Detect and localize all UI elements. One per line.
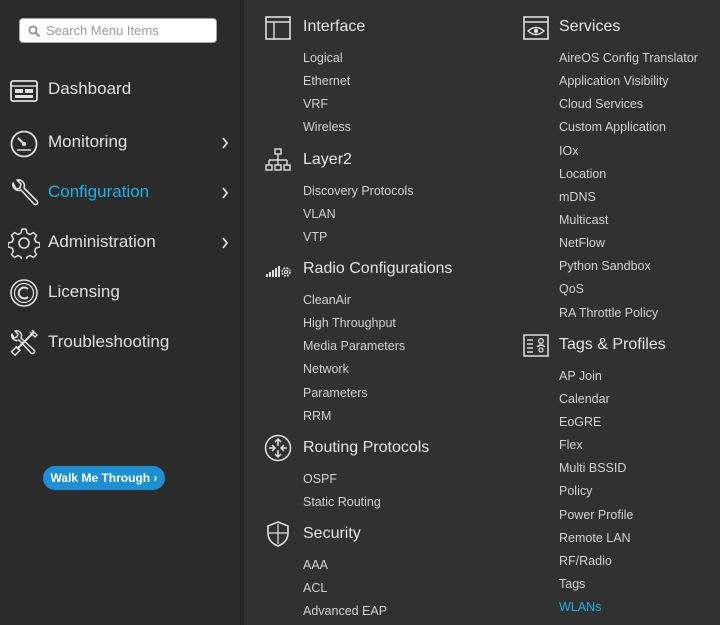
section-title-security[interactable]: Security [303,525,361,543]
menu-item-static-routing[interactable]: Static Routing [303,495,381,509]
menu-item-parameters[interactable]: Parameters [303,386,368,400]
menu-item-vrf[interactable]: VRF [303,97,328,111]
menu-item-netflow[interactable]: NetFlow [559,236,605,250]
search-input[interactable] [46,21,212,40]
chevron-right-icon [222,137,229,149]
menu-item-multicast[interactable]: Multicast [559,213,608,227]
sidebar: Dashboard Monitoring Configuration Admin… [0,0,240,625]
sidebar-item-label: Licensing [48,282,120,301]
menu-item-python-sandbox[interactable]: Python Sandbox [559,259,651,273]
sidebar-item-label: Troubleshooting [48,332,170,351]
radio-signal-gear-icon [264,256,292,284]
menu-item-iox[interactable]: IOx [559,144,578,158]
menu-item-ethernet[interactable]: Ethernet [303,74,350,88]
menu-item-multi-bssid[interactable]: Multi BSSID [559,461,626,475]
chevron-right-icon [222,237,229,249]
menu-item-vlan[interactable]: VLAN [303,207,336,221]
section-title-radio-configurations[interactable]: Radio Configurations [303,260,452,278]
menu-item-discovery-protocols[interactable]: Discovery Protocols [303,184,413,198]
chevron-right-icon [222,187,229,199]
sidebar-item-label: Configuration [48,182,150,201]
menu-item-ra-throttle-policy[interactable]: RA Throttle Policy [559,306,658,320]
section-title-interface[interactable]: Interface [303,18,365,36]
dashboard-icon [8,74,40,106]
menu-item-power-profile[interactable]: Power Profile [559,508,633,522]
sidebar-item-configuration[interactable]: Configuration [0,173,240,213]
search-icon [28,25,41,38]
routing-arrows-icon [264,434,292,462]
menu-item-custom-application[interactable]: Custom Application [559,120,666,134]
layer2-topology-icon [264,146,292,174]
walk-me-through-button[interactable]: Walk Me Through › [43,466,165,490]
sidebar-item-label: Monitoring [48,132,128,151]
menu-item-vtp[interactable]: VTP [303,230,327,244]
monitoring-gauge-icon [8,127,40,159]
menu-item-logical[interactable]: Logical [303,51,343,65]
menu-item-aireos-config-translator[interactable]: AireOS Config Translator [559,51,698,65]
menu-item-application-visibility[interactable]: Application Visibility [559,74,669,88]
sidebar-item-troubleshooting[interactable]: Troubleshooting [0,323,240,363]
troubleshooting-tools-icon [8,327,40,359]
menu-item-advanced-eap[interactable]: Advanced EAP [303,604,387,618]
search-box[interactable] [19,18,217,43]
interface-window-icon [264,14,292,42]
menu-item-qos[interactable]: QoS [559,282,584,296]
menu-item-rrm[interactable]: RRM [303,409,331,423]
menu-item-location[interactable]: Location [559,167,606,181]
menu-item-ap-join[interactable]: AP Join [559,369,602,383]
section-title-tags-profiles[interactable]: Tags & Profiles [559,336,666,354]
menu-item-acl[interactable]: ACL [303,581,327,595]
menu-item-flex[interactable]: Flex [559,438,583,452]
services-eye-icon [522,14,550,42]
section-title-routing-protocols[interactable]: Routing Protocols [303,439,429,457]
menu-item-aaa[interactable]: AAA [303,558,328,572]
security-shield-icon [264,520,292,548]
menu-item-cloud-services[interactable]: Cloud Services [559,97,643,111]
menu-item-high-throughput[interactable]: High Throughput [303,316,396,330]
sidebar-item-label: Dashboard [48,79,132,98]
tags-profiles-icon [522,332,550,360]
menu-item-mdns[interactable]: mDNS [559,190,596,204]
menu-item-wlans[interactable]: WLANs [559,600,601,614]
administration-gear-icon [7,227,41,262]
configuration-wrench-icon [8,177,40,209]
sidebar-item-label: Administration [48,232,156,251]
menu-item-media-parameters[interactable]: Media Parameters [303,339,405,353]
licensing-icon [8,277,40,309]
section-title-layer2[interactable]: Layer2 [303,151,352,169]
sidebar-item-licensing[interactable]: Licensing [0,273,240,313]
menu-item-eogre[interactable]: EoGRE [559,415,601,429]
menu-item-wireless[interactable]: Wireless [303,120,351,134]
menu-item-calendar[interactable]: Calendar [559,392,610,406]
sidebar-item-administration[interactable]: Administration [0,223,240,263]
menu-item-tags[interactable]: Tags [559,577,585,591]
sidebar-item-monitoring[interactable]: Monitoring [0,123,240,163]
menu-item-cleanair[interactable]: CleanAir [303,293,351,307]
menu-item-ospf[interactable]: OSPF [303,472,337,486]
menu-item-remote-lan[interactable]: Remote LAN [559,531,631,545]
sidebar-item-dashboard[interactable]: Dashboard [0,70,240,110]
menu-item-network[interactable]: Network [303,362,349,376]
menu-item-policy[interactable]: Policy [559,484,592,498]
section-title-services[interactable]: Services [559,18,620,36]
menu-item-rf-radio[interactable]: RF/Radio [559,554,612,568]
